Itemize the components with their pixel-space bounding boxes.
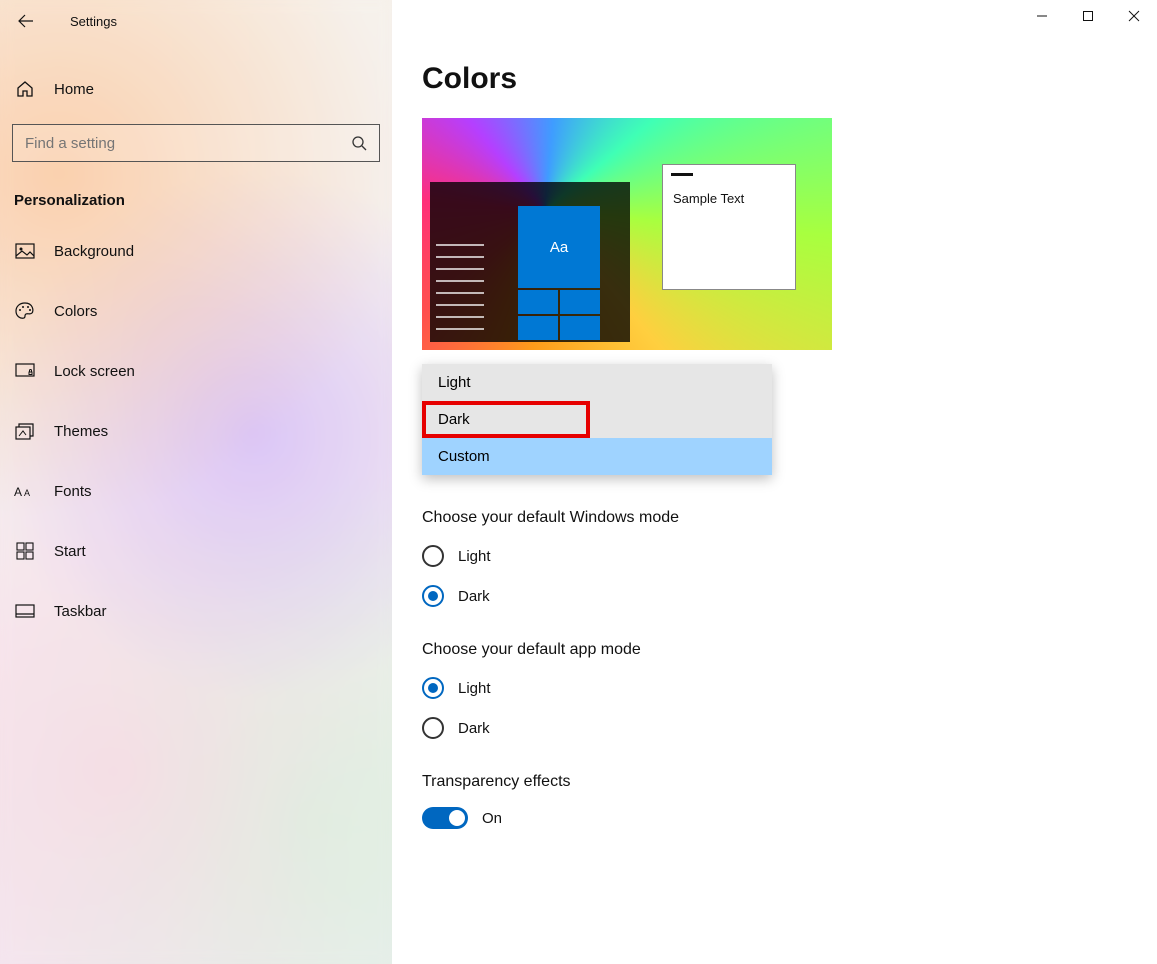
lockscreen-icon [14,363,36,379]
arrow-left-icon [18,13,34,29]
color-preview: Aa Sample Text [422,118,832,350]
windows-mode-dark[interactable]: Dark [422,585,1157,607]
sidebar-item-label: Themes [54,423,108,440]
sidebar-item-colors[interactable]: Colors [0,287,392,335]
preview-start-list [430,234,490,340]
sidebar-section-title: Personalization [14,192,392,209]
maximize-button[interactable] [1065,0,1111,32]
dropdown-option-custom[interactable]: Custom [422,438,772,475]
sidebar-item-home[interactable]: Home [0,70,392,108]
sidebar-item-themes[interactable]: Themes [0,407,392,455]
preview-tiles: Aa [518,206,600,340]
search-icon [351,135,367,151]
preview-sample-text: Sample Text [673,191,744,206]
sidebar-item-fonts[interactable]: AA Fonts [0,467,392,515]
sidebar-item-background[interactable]: Background [0,227,392,275]
close-button[interactable] [1111,0,1157,32]
sidebar-item-label: Taskbar [54,603,107,620]
taskbar-icon [14,604,36,618]
radio-icon [422,677,444,699]
page-title: Colors [422,62,1157,96]
radio-icon [422,585,444,607]
picture-icon [14,243,36,259]
radio-label: Dark [458,588,490,605]
minimize-icon [1036,10,1048,22]
sidebar-item-label: Start [54,543,86,560]
sidebar-item-label: Fonts [54,483,92,500]
windows-mode-light[interactable]: Light [422,545,1157,567]
titlebar: Settings [0,0,392,36]
windows-mode-heading: Choose your default Windows mode [422,509,1157,527]
svg-text:A: A [14,485,22,499]
search-input[interactable] [25,135,333,152]
radio-label: Light [458,680,491,697]
maximize-icon [1082,10,1094,22]
preview-sample-window: Sample Text [662,164,796,290]
radio-label: Light [458,548,491,565]
app-mode-heading: Choose your default app mode [422,641,1157,659]
start-icon [14,542,36,560]
close-icon [1128,10,1140,22]
color-mode-dropdown[interactable]: Light Dark Custom [422,364,772,475]
transparency-state-label: On [482,810,502,827]
palette-icon [14,302,36,320]
radio-icon [422,545,444,567]
preview-tile-big: Aa [518,206,600,288]
sidebar-item-start[interactable]: Start [0,527,392,575]
settings-sidebar: Settings Home Personalization [0,0,392,964]
window-controls [1019,0,1157,32]
fonts-icon: AA [14,483,36,499]
themes-icon [14,422,36,440]
search-box[interactable] [12,124,380,162]
minimize-button[interactable] [1019,0,1065,32]
back-button[interactable] [8,3,44,39]
main-content: Colors Aa Sample Text Light Dark Custom … [392,0,1157,964]
dropdown-option-light[interactable]: Light [422,364,772,401]
dropdown-option-dark[interactable]: Dark [422,401,590,438]
sidebar-item-taskbar[interactable]: Taskbar [0,587,392,635]
sidebar-item-lockscreen[interactable]: Lock screen [0,347,392,395]
window-title: Settings [70,14,117,29]
transparency-heading: Transparency effects [422,773,1157,791]
radio-icon [422,717,444,739]
radio-label: Dark [458,720,490,737]
home-label: Home [54,81,94,98]
sidebar-item-label: Lock screen [54,363,135,380]
sidebar-item-label: Background [54,243,134,260]
sidebar-item-label: Colors [54,303,97,320]
home-icon [14,80,36,98]
app-mode-light[interactable]: Light [422,677,1157,699]
transparency-toggle[interactable] [422,807,468,829]
app-mode-dark[interactable]: Dark [422,717,1157,739]
svg-text:A: A [24,488,30,498]
